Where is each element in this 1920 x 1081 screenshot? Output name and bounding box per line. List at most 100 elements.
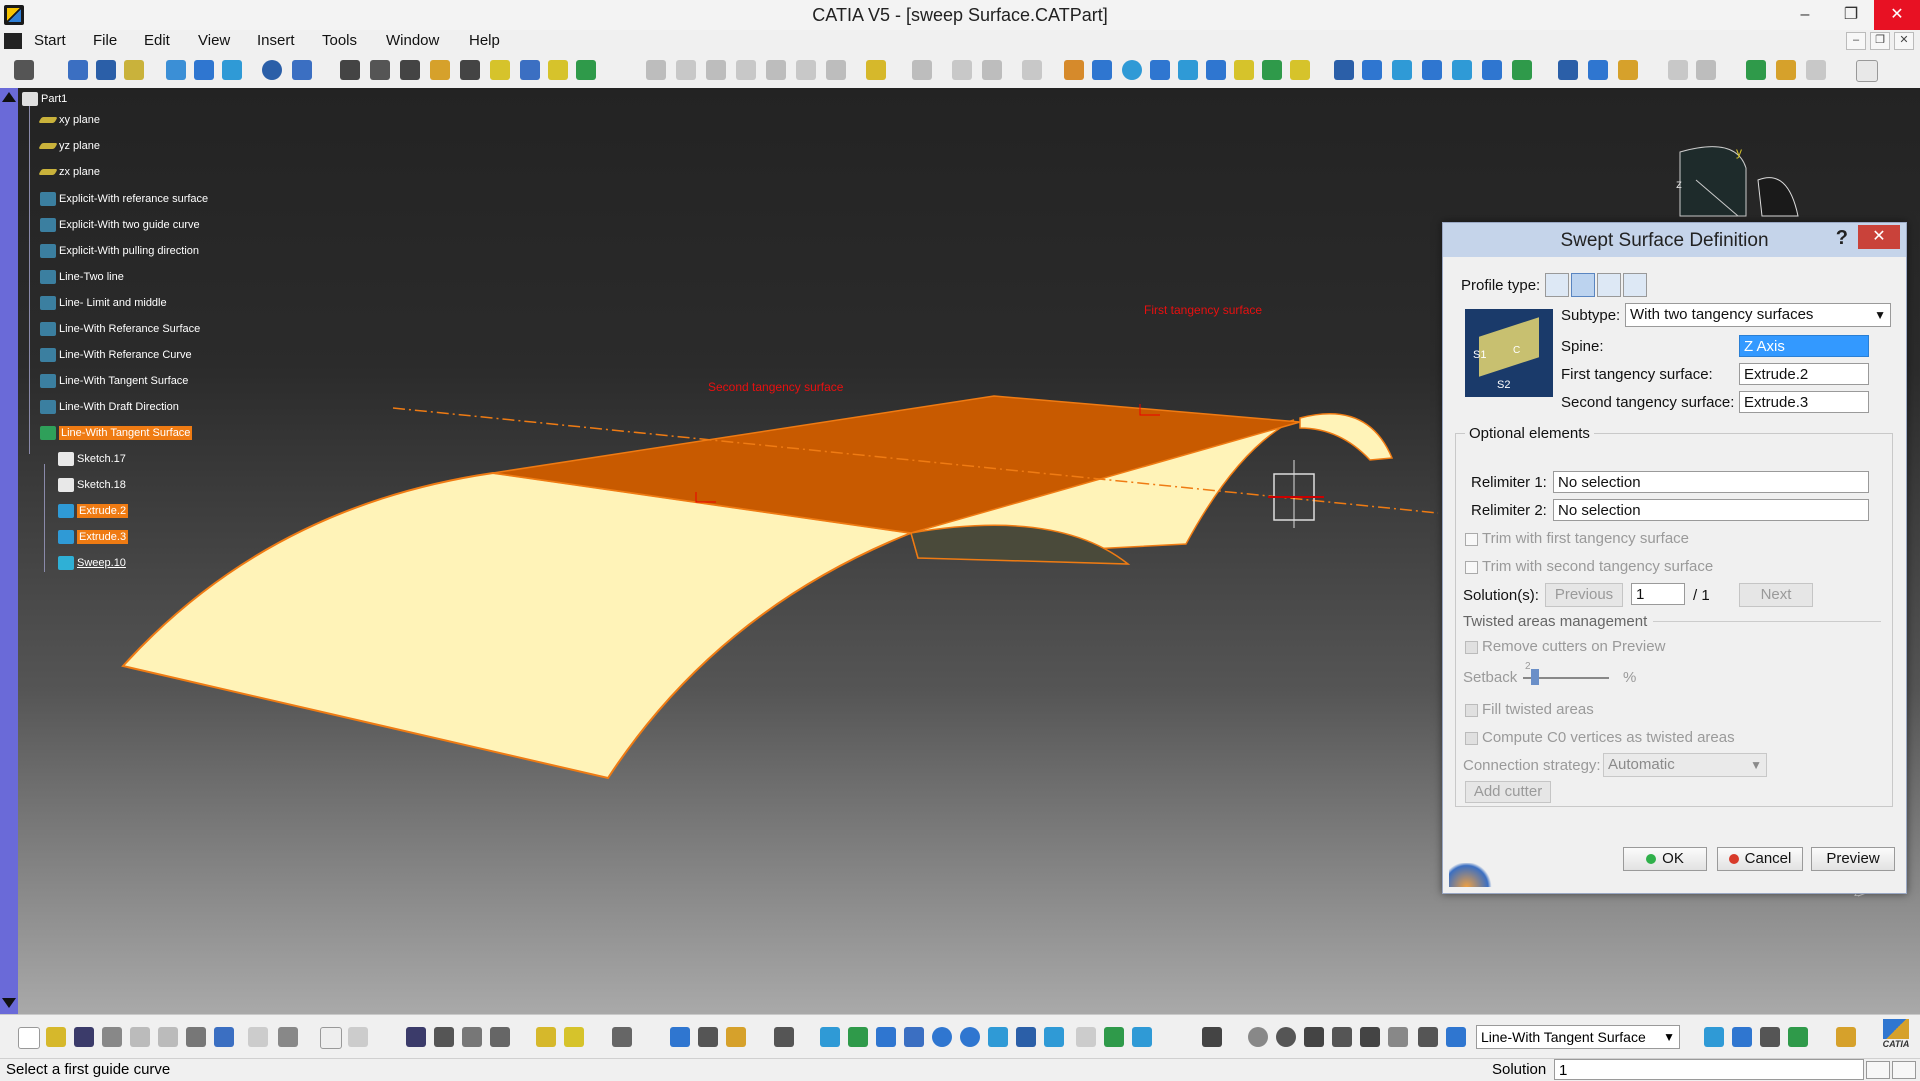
second-tangency-field[interactable]: Extrude.3	[1739, 391, 1869, 413]
ok-button[interactable]: OK	[1623, 847, 1707, 871]
swap-icon[interactable]	[1696, 60, 1716, 80]
adaptive-sweep-icon[interactable]	[1178, 60, 1198, 80]
document-icon[interactable]	[4, 33, 22, 49]
tree-geometric-set[interactable]: Line-With Tangent Surface	[40, 374, 188, 394]
projection-icon[interactable]	[166, 60, 186, 80]
tree-sketch-18[interactable]: Sketch.18	[58, 478, 126, 498]
fly-mode-icon[interactable]	[820, 1027, 840, 1047]
close-window-button[interactable]: ✕	[1874, 0, 1920, 30]
whats-this-icon[interactable]	[278, 1027, 298, 1047]
setback-slider-thumb[interactable]	[1530, 669, 1539, 685]
disassemble-icon[interactable]	[736, 60, 756, 80]
fill-icon[interactable]	[520, 60, 540, 80]
menu-start[interactable]: Start	[34, 30, 66, 52]
multi-section-icon[interactable]	[548, 60, 568, 80]
tree-geometric-set[interactable]: Line-With Draft Direction	[40, 400, 179, 420]
current-body-combo[interactable]: Line-With Tangent Surface ▼	[1476, 1025, 1680, 1049]
scan-icon[interactable]	[1806, 60, 1826, 80]
sweep-icon[interactable]	[490, 60, 510, 80]
sketch-analysis-icon[interactable]	[612, 1027, 632, 1047]
add-cutter-button[interactable]: Add cutter	[1465, 781, 1551, 803]
save-icon[interactable]	[74, 1027, 94, 1047]
revolve-icon[interactable]	[370, 60, 390, 80]
profile-circle-icon[interactable]	[1597, 273, 1621, 297]
menu-insert[interactable]: Insert	[257, 30, 295, 52]
connect-curve-icon[interactable]	[1092, 60, 1112, 80]
relimiter1-field[interactable]: No selection	[1553, 471, 1869, 493]
scroll-down-icon[interactable]	[2, 998, 16, 1008]
polyline-icon[interactable]	[1482, 60, 1502, 80]
trim-first-checkbox[interactable]: Trim with first tangency surface	[1465, 530, 1689, 547]
grid-icon[interactable]	[1334, 60, 1354, 80]
swap-visible-space-icon[interactable]	[1132, 1027, 1152, 1047]
solution-index-field[interactable]: 1	[1631, 583, 1685, 605]
axis-icon[interactable]	[1304, 1027, 1324, 1047]
axis-system-icon[interactable]	[1022, 60, 1042, 80]
curve-smooth-icon[interactable]	[1512, 60, 1532, 80]
next-button[interactable]: Next	[1739, 583, 1813, 607]
profile-line-icon[interactable]	[1571, 273, 1595, 297]
work-object-icon[interactable]	[1446, 1027, 1466, 1047]
healing-icon[interactable]	[676, 60, 696, 80]
copy-icon[interactable]	[158, 1027, 178, 1047]
blend-icon[interactable]	[576, 60, 596, 80]
status-solution-field[interactable]: 1	[1554, 1059, 1864, 1080]
layers-icon[interactable]	[1360, 1027, 1380, 1047]
profile-conic-icon[interactable]	[1623, 273, 1647, 297]
measure-icon[interactable]	[462, 1027, 482, 1047]
knowledge-icon[interactable]	[348, 1027, 368, 1047]
tree-geometric-set[interactable]: Explicit-With referance surface	[40, 192, 208, 212]
redo-icon[interactable]	[248, 1027, 268, 1047]
catia-brand[interactable]: CATIA	[1876, 1019, 1916, 1055]
tree-geometric-set[interactable]: Explicit-With two guide curve	[40, 218, 200, 238]
tree-yz-plane[interactable]: yz plane	[38, 140, 100, 160]
tree-geometric-set[interactable]: Line-With Referance Surface	[40, 322, 200, 342]
menu-tools[interactable]: Tools	[322, 30, 357, 52]
swap-view-icon[interactable]	[774, 1027, 794, 1047]
plane-icon[interactable]	[124, 60, 144, 80]
rotate-view-icon[interactable]	[904, 1027, 924, 1047]
extrude-icon[interactable]	[340, 60, 360, 80]
extract-icon[interactable]	[866, 60, 886, 80]
tree-sweep-10[interactable]: Sweep.10	[58, 556, 126, 576]
corner-icon[interactable]	[1392, 60, 1412, 80]
globe-icon[interactable]	[1276, 1027, 1296, 1047]
mdi-restore-button[interactable]: ❐	[1870, 32, 1890, 50]
sphere-surface-icon[interactable]	[1122, 60, 1142, 80]
select-arrow-icon[interactable]	[1856, 60, 1878, 82]
point-icon[interactable]	[68, 60, 88, 80]
table-icon[interactable]	[406, 1027, 426, 1047]
fill-twisted-checkbox[interactable]: Fill twisted areas	[1465, 701, 1594, 718]
boundary-icon[interactable]	[826, 60, 846, 80]
print-icon[interactable]	[102, 1027, 122, 1047]
untrim-icon[interactable]	[706, 60, 726, 80]
new-file-icon[interactable]	[18, 1027, 40, 1049]
inertia-icon[interactable]	[490, 1027, 510, 1047]
grid-view-icon[interactable]	[1760, 1027, 1780, 1047]
scroll-up-icon[interactable]	[2, 92, 16, 102]
trim-second-checkbox[interactable]: Trim with second tangency surface	[1465, 558, 1713, 575]
previous-button[interactable]: Previous	[1545, 583, 1623, 607]
fit-all-icon[interactable]	[670, 1027, 690, 1047]
profile-explicit-icon[interactable]	[1545, 273, 1569, 297]
geometry-icon[interactable]	[1732, 1027, 1752, 1047]
geometric-set-insert-icon[interactable]	[536, 1027, 556, 1047]
menu-view[interactable]: View	[198, 30, 230, 52]
fit-all-in-icon[interactable]	[848, 1027, 868, 1047]
formula-icon[interactable]	[320, 1027, 342, 1049]
cylinder-icon[interactable]	[430, 60, 450, 80]
update-all-icon[interactable]	[1248, 1027, 1268, 1047]
tree-root[interactable]: Part1	[22, 92, 67, 112]
shading-icon[interactable]	[1076, 1027, 1096, 1047]
tree-zx-plane[interactable]: zx plane	[38, 166, 100, 186]
split-icon[interactable]	[766, 60, 786, 80]
normal-view-icon[interactable]	[988, 1027, 1008, 1047]
parallel-curve-icon[interactable]	[222, 60, 242, 80]
iso-view-icon[interactable]	[1044, 1027, 1064, 1047]
tree-geometric-set-active[interactable]: Line-With Tangent Surface	[40, 426, 193, 446]
paste-icon[interactable]	[186, 1027, 206, 1047]
undo-icon[interactable]	[214, 1027, 234, 1047]
power-copy-icon[interactable]	[1618, 60, 1638, 80]
join-icon[interactable]	[646, 60, 666, 80]
menu-help[interactable]: Help	[469, 30, 500, 52]
